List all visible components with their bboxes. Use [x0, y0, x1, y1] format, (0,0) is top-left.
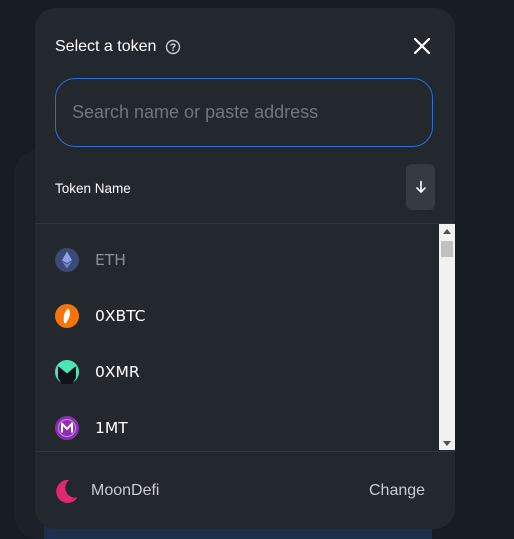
close-icon [413, 37, 431, 55]
question-circle-icon[interactable] [165, 39, 181, 55]
modal-title: Select a token [55, 38, 157, 55]
token-list-scrollbar[interactable] [439, 224, 455, 450]
token-symbol: 0XMR [95, 363, 140, 381]
scroll-up-arrow-icon[interactable] [439, 224, 455, 238]
token-row-1mt[interactable]: 1MT [35, 400, 439, 450]
token-symbol: 1MT [95, 419, 128, 437]
token-search-input[interactable] [55, 78, 433, 147]
sort-toggle-button[interactable] [406, 164, 435, 210]
0xmonero-icon [55, 360, 79, 384]
divider [35, 451, 455, 452]
change-list-button[interactable]: Change [369, 482, 425, 500]
token-row-eth[interactable]: ETH [35, 232, 439, 288]
modal-header: Select a token [55, 38, 181, 56]
token-list: ETH 0XBTC 0XMR 1MT [35, 224, 439, 450]
scroll-down-arrow-icon[interactable] [439, 436, 455, 450]
token-row-0xbtc[interactable]: 0XBTC [35, 288, 439, 344]
scrollbar-thumb[interactable] [441, 241, 453, 257]
token-select-modal: Select a token Token Name ETH [35, 8, 455, 529]
arrow-down-icon [415, 180, 426, 193]
crescent-moon-icon [56, 479, 78, 503]
ethereum-icon [55, 248, 79, 272]
token-symbol: ETH [95, 251, 126, 269]
token-symbol: 0XBTC [95, 307, 146, 325]
token-list-name: MoonDefi [91, 482, 160, 499]
column-header-token-name: Token Name [55, 181, 131, 196]
0xbitcoin-icon [55, 304, 79, 328]
close-button[interactable] [412, 36, 432, 56]
1million-icon [55, 416, 79, 440]
token-row-0xmr[interactable]: 0XMR [35, 344, 439, 400]
